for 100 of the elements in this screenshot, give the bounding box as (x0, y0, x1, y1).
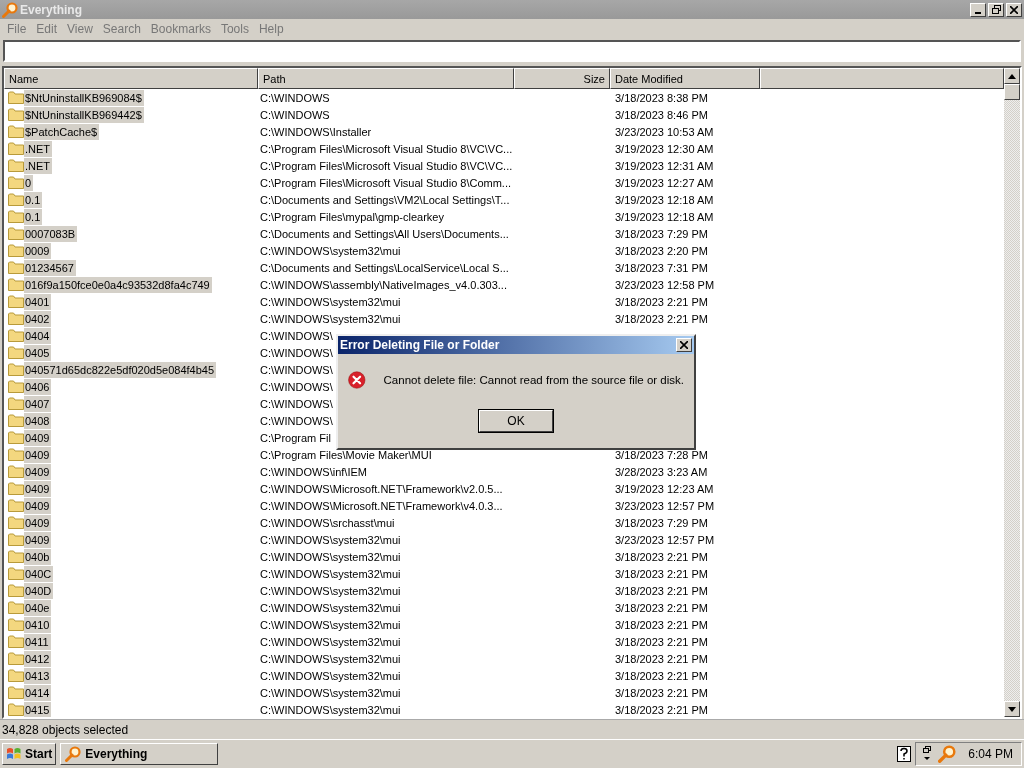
file-name[interactable]: 0009 (24, 242, 52, 259)
path-cell: C:\Program Files\Microsoft Visual Studio 8\VC\VC... (260, 142, 513, 155)
scroll-up-button[interactable] (1004, 68, 1020, 84)
folder-icon (8, 210, 24, 223)
minimize-icon (975, 11, 981, 14)
folder-icon (8, 431, 24, 444)
folder-icon (8, 635, 24, 648)
path-cell: C:\WINDOWS\ (260, 329, 333, 342)
column-header[interactable]: Size (514, 68, 610, 89)
file-name[interactable]: 0409 (24, 446, 52, 463)
minimize-button[interactable] (970, 2, 986, 17)
folder-icon (8, 465, 24, 478)
file-name[interactable]: $NtUninstallKB969084$ (24, 89, 144, 106)
file-name[interactable]: 040571d65dc822e5df020d5e084f4b45 (24, 361, 217, 378)
close-button[interactable] (676, 338, 692, 352)
date-cell: 3/19/2023 12:23 AM (615, 482, 714, 495)
date-cell: 3/18/2023 7:29 PM (615, 516, 708, 529)
file-name[interactable]: $PatchCache$ (24, 123, 100, 140)
date-cell: 3/18/2023 2:21 PM (615, 312, 708, 325)
dialog-title: Error Deleting File or Folder (340, 338, 501, 352)
scroll-bar[interactable] (1004, 68, 1020, 717)
windows-icon[interactable] (922, 746, 933, 762)
file-name[interactable]: 0409 (24, 497, 52, 514)
date-cell: 3/18/2023 2:21 PM (615, 652, 708, 665)
path-cell: C:\WINDOWS\Microsoft.NET\Framework\v4.0.3... (260, 499, 503, 512)
file-name[interactable]: 040C (24, 565, 54, 582)
path-cell: C:\Documents and Settings\All Users\Documents... (260, 227, 509, 240)
folder-icon (8, 176, 24, 189)
path-cell: C:\WINDOWS\assembly\NativeImages_v4.0.303... (260, 278, 507, 291)
column-header[interactable]: Name (4, 68, 258, 89)
restore-button[interactable] (988, 2, 1004, 17)
search-field[interactable] (3, 40, 1021, 62)
file-name[interactable]: 0409 (24, 429, 52, 446)
file-name[interactable]: $NtUninstallKB969442$ (24, 106, 144, 123)
folder-icon (8, 516, 24, 529)
file-name[interactable]: 0415 (24, 701, 52, 717)
file-name[interactable]: 040e (24, 599, 52, 616)
column-header[interactable]: Path (258, 68, 514, 89)
ok-button[interactable]: OK (479, 410, 553, 432)
date-cell: 3/18/2023 2:21 PM (615, 686, 708, 699)
scroll-thumb[interactable] (1004, 84, 1020, 100)
folder-icon (8, 397, 24, 410)
file-name[interactable]: 0410 (24, 616, 52, 633)
file-name[interactable]: .NET (24, 157, 53, 174)
close-button[interactable] (1006, 2, 1022, 17)
start-button[interactable]: Start (2, 743, 57, 765)
file-name[interactable]: 0409 (24, 463, 52, 480)
file-name[interactable]: 0407 (24, 395, 52, 412)
file-name[interactable]: .NET (24, 140, 53, 157)
scroll-down-button[interactable] (1004, 701, 1020, 717)
path-cell: C:\WINDOWS\inf\IEM (260, 465, 367, 478)
folder-icon (8, 601, 24, 614)
file-name[interactable]: 0406 (24, 378, 52, 395)
folder-icon (8, 533, 24, 546)
file-name[interactable]: 0408 (24, 412, 52, 429)
date-cell: 3/19/2023 12:18 AM (615, 210, 714, 223)
file-name[interactable]: 0409 (24, 531, 52, 548)
date-cell: 3/18/2023 2:21 PM (615, 584, 708, 597)
path-cell: C:\WINDOWS\system32\mui (260, 686, 401, 699)
file-name[interactable]: 0405 (24, 344, 52, 361)
folder-icon (8, 91, 24, 104)
file-name[interactable]: 0414 (24, 684, 52, 701)
restore-icon (991, 5, 1001, 14)
date-cell: 3/18/2023 8:38 PM (615, 91, 708, 104)
file-name[interactable]: 0404 (24, 327, 52, 344)
help-icon[interactable] (897, 746, 912, 762)
file-name[interactable]: 0412 (24, 650, 52, 667)
file-name[interactable]: 040b (24, 548, 52, 565)
folder-icon (8, 159, 24, 172)
magnifier-icon (65, 746, 82, 762)
up-arrow-icon (1008, 73, 1016, 79)
file-name[interactable]: 0.1 (24, 191, 43, 208)
file-name[interactable]: 0007083B (24, 225, 78, 242)
file-name[interactable]: 0411 (24, 633, 51, 650)
down-arrow-icon (1008, 706, 1016, 712)
folder-icon (8, 567, 24, 580)
column-header[interactable]: Date Modified (610, 68, 760, 89)
magnifier-icon (2, 1, 18, 18)
folder-icon (8, 448, 24, 461)
file-name[interactable]: 0402 (24, 310, 52, 327)
folder-icon (8, 261, 24, 274)
folder-icon (8, 584, 24, 597)
file-name[interactable]: 040D (24, 582, 54, 599)
file-name[interactable]: 01234567 (24, 259, 76, 276)
path-cell: C:\WINDOWS\system32\mui (260, 618, 401, 631)
file-name[interactable]: 0.1 (24, 208, 43, 225)
file-name[interactable]: 0401 (24, 293, 52, 310)
date-cell: 3/19/2023 12:27 AM (615, 176, 714, 189)
error-message: Cannot delete file: Cannot read from the source file or disk. (383, 374, 684, 386)
file-name[interactable]: 0409 (24, 514, 52, 531)
file-name[interactable]: 0 (24, 174, 34, 191)
file-name[interactable]: 016f9a150fce0e0a4c93532d8fa4c749 (24, 276, 212, 293)
path-cell: C:\WINDOWS\srchasst\mui (260, 516, 395, 529)
path-cell: C:\WINDOWS (260, 91, 330, 104)
folder-icon (8, 363, 24, 376)
date-cell: 3/28/2023 3:23 AM (615, 465, 708, 478)
file-name[interactable]: 0409 (24, 480, 52, 497)
date-cell: 3/18/2023 7:28 PM (615, 448, 708, 461)
taskbar-button[interactable]: Everything (60, 743, 219, 765)
file-name[interactable]: 0413 (24, 667, 52, 684)
